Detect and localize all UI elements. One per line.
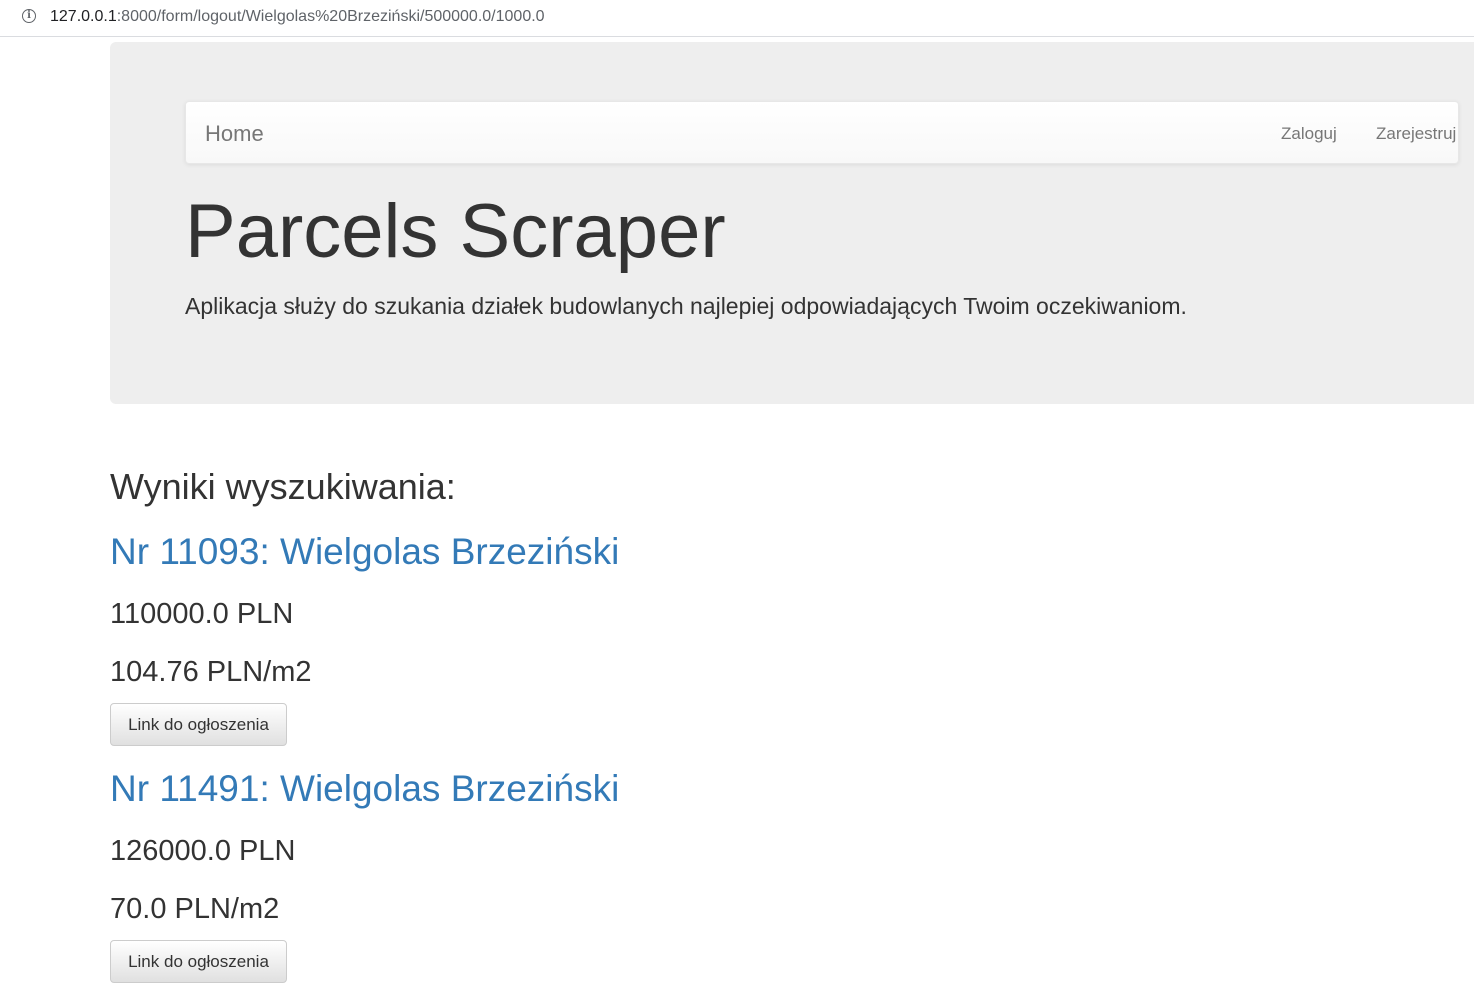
page-title: Parcels Scraper xyxy=(185,189,726,274)
info-icon[interactable]: i xyxy=(22,9,36,23)
url-host: 127.0.0.1 xyxy=(50,8,117,25)
navbar: Home Zaloguj Zarejestruj xyxy=(185,101,1459,164)
url-text[interactable]: 127.0.0.1:8000/form/logout/Wielgolas%20B… xyxy=(50,8,545,26)
register-link[interactable]: Zarejestruj xyxy=(1376,124,1456,144)
listing-link-button[interactable]: Link do ogłoszenia xyxy=(110,940,287,983)
result-price: 110000.0 PLN xyxy=(110,598,294,630)
page-description: Aplikacja służy do szukania działek budo… xyxy=(185,293,1187,319)
listing-link-button[interactable]: Link do ogłoszenia xyxy=(110,703,287,746)
result-title-link[interactable]: Nr 11491: Wielgolas Brzeziński xyxy=(110,768,619,810)
address-bar[interactable]: i 127.0.0.1:8000/form/logout/Wielgolas%2… xyxy=(0,0,1474,37)
home-link[interactable]: Home xyxy=(205,121,264,147)
results-heading: Wyniki wyszukiwania: xyxy=(110,466,456,507)
result-price: 126000.0 PLN xyxy=(110,835,296,867)
result-price-per-m2: 104.76 PLN/m2 xyxy=(110,656,312,688)
login-link[interactable]: Zaloguj xyxy=(1281,124,1337,144)
result-price-per-m2: 70.0 PLN/m2 xyxy=(110,893,280,925)
url-path: :8000/form/logout/Wielgolas%20Brzeziński… xyxy=(116,8,545,25)
result-title-link[interactable]: Nr 11093: Wielgolas Brzeziński xyxy=(110,531,619,573)
